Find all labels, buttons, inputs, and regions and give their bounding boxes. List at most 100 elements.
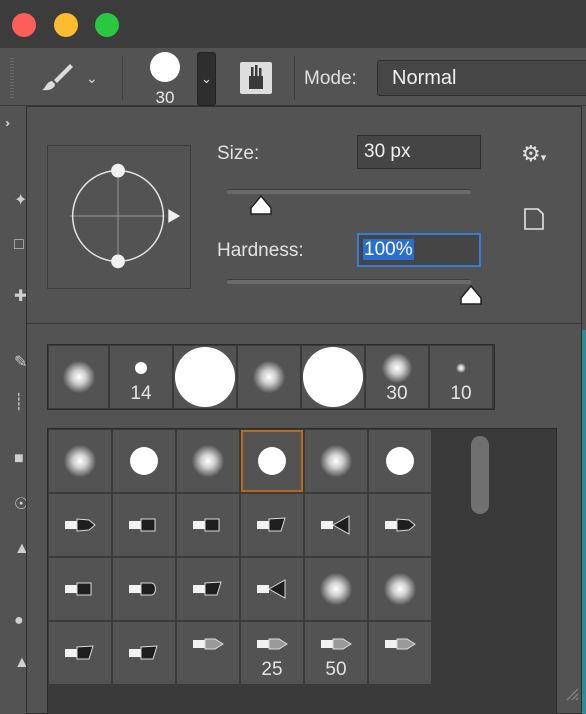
preset-brush-cell[interactable] xyxy=(305,558,367,620)
soft-round-brush-icon xyxy=(382,353,412,383)
tip-round-brush-icon xyxy=(129,582,156,596)
tip-pen-brush-icon xyxy=(321,638,352,650)
preset-brush-cell[interactable] xyxy=(177,622,239,684)
brush-angle-roundness-widget[interactable] xyxy=(47,145,191,289)
blend-mode-select[interactable]: Normal xyxy=(377,60,586,96)
roundness-handle-bottom xyxy=(111,254,125,269)
stamp-tool-icon[interactable]: ■ xyxy=(14,450,24,468)
close-window-button[interactable] xyxy=(12,13,36,37)
preset-brush-cell[interactable] xyxy=(369,430,431,492)
preset-brush-cell[interactable] xyxy=(49,430,111,492)
hardness-slider[interactable] xyxy=(227,279,471,284)
tip-round-point-brush-icon xyxy=(65,518,96,532)
brush-size-label: 10 xyxy=(450,383,472,404)
brush-size-label: 30 xyxy=(386,383,408,404)
recent-brush-cell[interactable] xyxy=(302,346,364,408)
preset-brush-cell[interactable] xyxy=(49,622,111,684)
tip-angle-brush-icon xyxy=(257,517,286,532)
preset-brush-cell[interactable] xyxy=(369,494,431,556)
hardness-slider-thumb[interactable] xyxy=(459,284,483,306)
soft-round-brush-icon xyxy=(253,361,285,393)
size-slider-thumb[interactable] xyxy=(249,194,273,216)
brush-icon[interactable] xyxy=(40,62,76,92)
preset-brush-cell[interactable] xyxy=(113,558,175,620)
presets-scrollbar[interactable] xyxy=(471,436,489,514)
preset-brush-cell[interactable] xyxy=(305,494,367,556)
hard-round-brush-icon xyxy=(135,362,147,374)
marquee-tool-icon[interactable]: □ xyxy=(14,236,24,254)
recent-brush-cell[interactable]: 10 xyxy=(430,346,492,408)
zoom-window-button[interactable] xyxy=(95,13,119,37)
preset-brush-cell[interactable] xyxy=(177,430,239,492)
recent-brush-cell[interactable] xyxy=(49,346,108,408)
tip-angle-brush-icon xyxy=(65,645,94,660)
preset-brush-cell[interactable]: 50 xyxy=(305,622,367,684)
hardness-label: Hardness: xyxy=(217,240,304,261)
preset-brush-cell[interactable] xyxy=(113,494,175,556)
brush-size-label: 50 xyxy=(325,659,347,680)
soft-round-brush-icon xyxy=(192,445,224,477)
new-preset-icon[interactable] xyxy=(523,207,545,231)
tip-fan-brush-icon xyxy=(321,515,350,535)
tip-blunt-brush-icon xyxy=(65,582,92,596)
preset-brush-cell[interactable] xyxy=(113,622,175,684)
gear-icon[interactable]: ⚙▾ xyxy=(521,141,555,166)
brush-size-label: 25 xyxy=(261,659,283,680)
roundness-handle-top xyxy=(111,163,125,178)
soft-round-brush-icon xyxy=(320,445,352,477)
crop-tool-icon[interactable]: ┊ xyxy=(14,392,24,412)
separator xyxy=(122,56,123,100)
soft-round-brush-icon xyxy=(320,573,352,605)
hard-round-brush-icon xyxy=(386,447,414,475)
preset-brush-cell[interactable] xyxy=(369,622,431,684)
tool-preset-chevron-icon[interactable]: ⌄ xyxy=(86,70,98,87)
preset-brush-cell-selected[interactable] xyxy=(241,430,303,492)
preset-brush-cell[interactable] xyxy=(177,558,239,620)
tip-angle-brush-icon xyxy=(193,581,222,596)
soft-round-brush-icon xyxy=(384,573,416,605)
preset-brush-cell[interactable] xyxy=(113,430,175,492)
preset-brush-cell[interactable] xyxy=(241,494,303,556)
recent-brush-cell[interactable] xyxy=(238,346,300,408)
hard-round-brush-icon xyxy=(303,347,363,407)
brush-preview-icon[interactable] xyxy=(150,52,180,82)
tip-angle-brush-icon xyxy=(129,645,158,660)
tip-pen-brush-icon xyxy=(385,638,416,650)
resize-grip-icon[interactable] xyxy=(565,687,579,701)
hard-round-brush-icon xyxy=(130,447,158,475)
window-titlebar xyxy=(0,0,586,48)
brush-size-readout: 30 xyxy=(155,88,175,107)
soft-round-brush-icon xyxy=(456,363,466,373)
brush-picker-toggle-button[interactable]: ⌄ xyxy=(197,52,216,106)
canvas-edge xyxy=(582,330,586,714)
preset-brush-cell[interactable] xyxy=(369,558,431,620)
toggle-brush-panel-button[interactable] xyxy=(240,62,272,94)
hard-round-brush-icon xyxy=(258,447,286,475)
soft-round-brush-icon xyxy=(62,361,95,393)
brush-preset-picker: Size: 30 px ⚙▾ Hardness: 100% 14 30 10 25 5… xyxy=(26,106,583,714)
recent-brush-cell[interactable] xyxy=(174,346,236,408)
preset-brush-cell[interactable] xyxy=(305,430,367,492)
tip-flat-round-brush-icon xyxy=(193,518,220,532)
tip-fan-small-brush-icon xyxy=(257,579,286,599)
preset-brush-cell[interactable]: 25 xyxy=(241,622,303,684)
hardness-field[interactable]: 100% xyxy=(357,233,481,267)
tip-point-brush-icon xyxy=(385,518,416,532)
recent-brushes-row: 14 30 10 xyxy=(47,344,495,410)
preset-brush-cell[interactable] xyxy=(49,494,111,556)
options-bar-grip[interactable] xyxy=(10,58,14,98)
dodge-tool-icon[interactable]: ● xyxy=(14,612,24,630)
preset-brush-cell[interactable] xyxy=(241,558,303,620)
recent-brush-cell[interactable]: 30 xyxy=(366,346,428,408)
preset-brush-cell[interactable] xyxy=(49,558,111,620)
size-field[interactable]: 30 px xyxy=(357,135,481,169)
recent-brush-cell[interactable]: 14 xyxy=(110,346,172,408)
tip-flat-brush-icon xyxy=(129,518,156,532)
tip-cone-brush-icon xyxy=(193,638,224,650)
chevron-down-icon: ⌄ xyxy=(201,71,212,86)
preset-brush-cell[interactable] xyxy=(177,494,239,556)
size-label: Size: xyxy=(217,143,260,164)
soft-round-brush-icon xyxy=(64,445,96,477)
minimize-window-button[interactable] xyxy=(54,13,78,37)
double-chevron-icon[interactable]: ›› xyxy=(5,116,10,130)
